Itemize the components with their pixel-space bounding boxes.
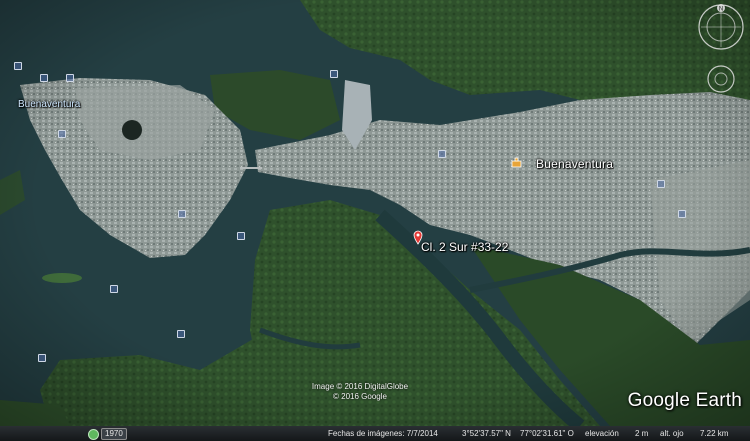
poi-marker[interactable] <box>678 210 686 218</box>
poi-marker[interactable] <box>38 354 46 362</box>
poi-marker[interactable] <box>66 74 74 82</box>
poi-marker[interactable] <box>110 285 118 293</box>
time-tour-icon[interactable] <box>88 429 99 440</box>
longitude-readout: 77°02'31.61" O <box>520 429 574 438</box>
city-icon[interactable] <box>511 157 522 168</box>
attribution-line-2: © 2016 Google <box>333 392 387 401</box>
compass-icon[interactable]: N <box>698 4 744 50</box>
poi-marker[interactable] <box>14 62 22 70</box>
poi-marker[interactable] <box>178 210 186 218</box>
historical-year-button[interactable]: 1970 <box>101 428 127 440</box>
latitude-readout: 3°52'37.57" N <box>462 429 511 438</box>
poi-marker[interactable] <box>657 180 665 188</box>
poi-marker[interactable] <box>40 74 48 82</box>
poi-marker[interactable] <box>237 232 245 240</box>
city-label-buenaventura[interactable]: Buenaventura <box>536 157 613 171</box>
poi-marker[interactable] <box>177 330 185 338</box>
satellite-imagery <box>0 0 750 441</box>
status-bar: 1970 Fechas de imágenes: 7/7/2014 3°52'3… <box>0 426 750 441</box>
attribution-line-1: Image © 2016 DigitalGlobe <box>311 382 409 391</box>
map-viewport[interactable]: Buenaventura Buenaventura Cl. 2 Sur #33-… <box>0 0 750 441</box>
google-earth-logo: Google Earth <box>627 390 742 411</box>
poi-marker[interactable] <box>330 70 338 78</box>
address-label[interactable]: Cl. 2 Sur #33-22 <box>421 240 508 254</box>
city-label-buenaventura-west[interactable]: Buenaventura <box>18 99 80 110</box>
compass-north-label: N <box>719 7 723 13</box>
eye-altitude-label: alt. ojo <box>660 429 684 438</box>
navigation-controls[interactable]: N <box>696 3 746 98</box>
elevation-value: 2 m <box>635 429 649 438</box>
elevation-label: elevación <box>585 429 619 438</box>
look-joystick-icon[interactable] <box>707 65 735 93</box>
eye-altitude-value: 7.22 km <box>700 429 729 438</box>
imagery-date: Fechas de imágenes: 7/7/2014 <box>328 429 438 438</box>
poi-marker[interactable] <box>438 150 446 158</box>
poi-marker[interactable] <box>58 130 66 138</box>
